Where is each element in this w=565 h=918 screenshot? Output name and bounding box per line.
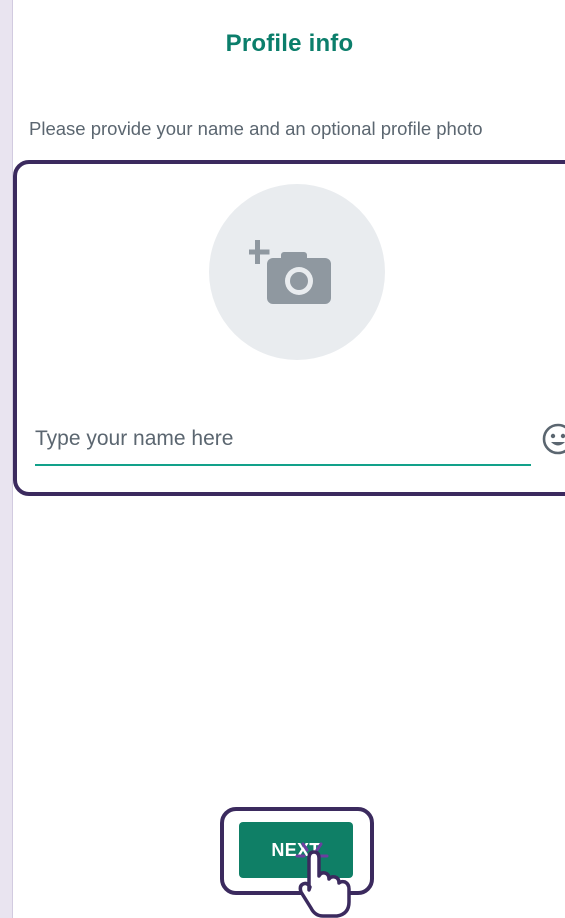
profile-screen: Profile info Please provide your name an…	[12, 0, 565, 918]
profile-photo-button[interactable]	[209, 184, 385, 360]
add-camera-icon	[249, 240, 331, 304]
hand-pointer-icon	[295, 842, 351, 918]
page-title: Profile info	[225, 30, 354, 57]
subtitle: Please provide your name and an optional…	[29, 118, 483, 139]
emoji-icon[interactable]	[541, 422, 565, 456]
name-input[interactable]	[35, 420, 531, 466]
